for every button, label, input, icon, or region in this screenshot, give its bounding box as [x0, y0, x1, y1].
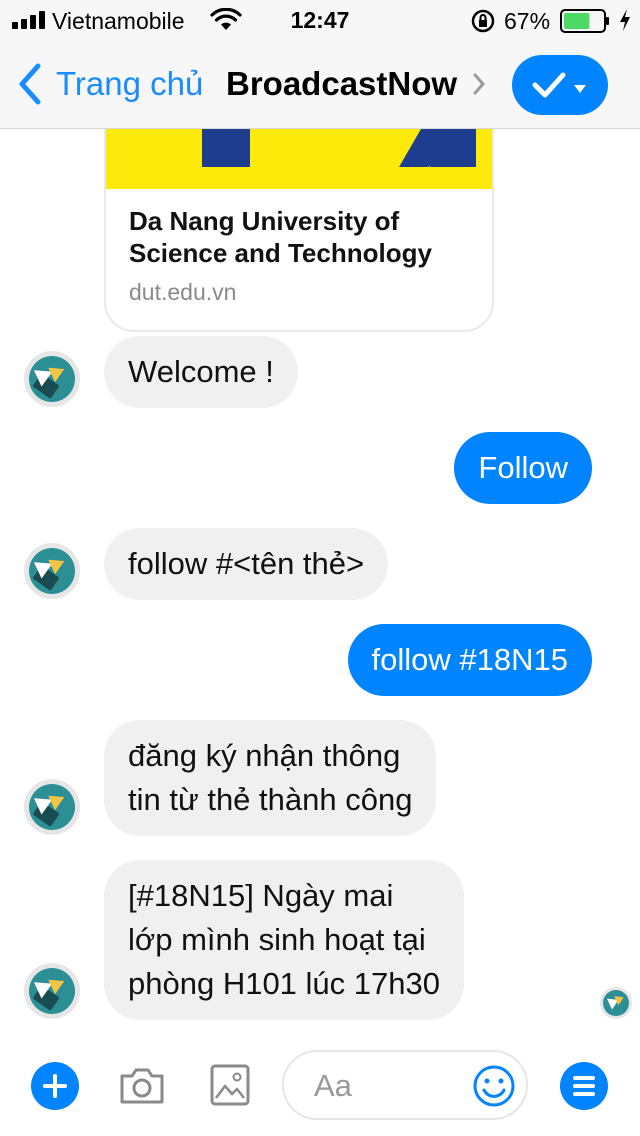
message-list[interactable]: Da Nang University of Science and Techno…	[0, 129, 640, 1036]
checkmark-icon	[532, 71, 566, 104]
message-text-line: lớp mình sinh hoạt tại	[128, 922, 426, 957]
plus-icon[interactable]	[31, 1062, 79, 1110]
bot-avatar[interactable]	[24, 543, 80, 599]
nav-bar: Trang chủ BroadcastNow	[0, 40, 640, 129]
menu-icon[interactable]	[560, 1062, 608, 1110]
composer-bar: Aa	[0, 1036, 640, 1136]
charging-bolt-icon	[618, 8, 632, 37]
message-text-line: phòng H101 lúc 17h30	[128, 966, 440, 1001]
message-text: Welcome !	[128, 354, 274, 389]
message-bubble-outgoing[interactable]: follow #18N15	[347, 624, 592, 696]
conversation-title[interactable]: BroadcastNow	[226, 65, 457, 103]
message-text-line: [#18N15] Ngày mai	[128, 878, 394, 913]
message-bubble-incoming[interactable]: Welcome !	[104, 336, 298, 408]
message-text: follow #<tên thẻ>	[128, 546, 365, 581]
link-preview-url: dut.edu.vn	[129, 279, 237, 305]
battery-percent: 67%	[504, 8, 551, 34]
link-preview-card[interactable]: Da Nang University of Science and Techno…	[104, 129, 494, 332]
bot-avatar[interactable]	[24, 779, 80, 835]
status-bar: Vietnamobile 12:47 67%	[0, 0, 640, 40]
message-text-line: tin từ thẻ thành công	[128, 782, 413, 817]
back-chevron-icon[interactable]	[14, 62, 44, 111]
link-preview-image	[106, 129, 492, 189]
bot-avatar[interactable]	[24, 351, 80, 407]
message-text-line: đăng ký nhận thông	[128, 738, 401, 773]
image-icon[interactable]	[210, 1064, 250, 1111]
message-input-placeholder: Aa	[314, 1068, 352, 1103]
chevron-right-icon[interactable]	[472, 72, 486, 101]
subscribed-button[interactable]	[512, 55, 608, 115]
link-preview-title: Da Nang University of Science and Techno…	[129, 206, 432, 268]
orientation-lock-icon	[470, 8, 496, 39]
emoji-icon[interactable]	[472, 1064, 516, 1113]
message-text: follow #18N15	[371, 642, 568, 677]
message-text: Follow	[478, 450, 568, 485]
battery-icon	[560, 9, 610, 38]
bot-avatar[interactable]	[24, 963, 80, 1019]
camera-icon[interactable]	[118, 1066, 166, 1111]
message-bubble-incoming[interactable]: [#18N15] Ngày mai lớp mình sinh hoạt tại…	[104, 860, 464, 1020]
caret-down-icon	[573, 81, 587, 99]
seen-receipt-avatar	[600, 987, 632, 1019]
message-bubble-incoming[interactable]: follow #<tên thẻ>	[104, 528, 389, 600]
back-button[interactable]: Trang chủ	[56, 65, 203, 103]
message-bubble-outgoing[interactable]: Follow	[454, 432, 592, 504]
message-bubble-incoming[interactable]: đăng ký nhận thông tin từ thẻ thành công	[104, 720, 437, 836]
message-input[interactable]: Aa	[282, 1050, 528, 1120]
